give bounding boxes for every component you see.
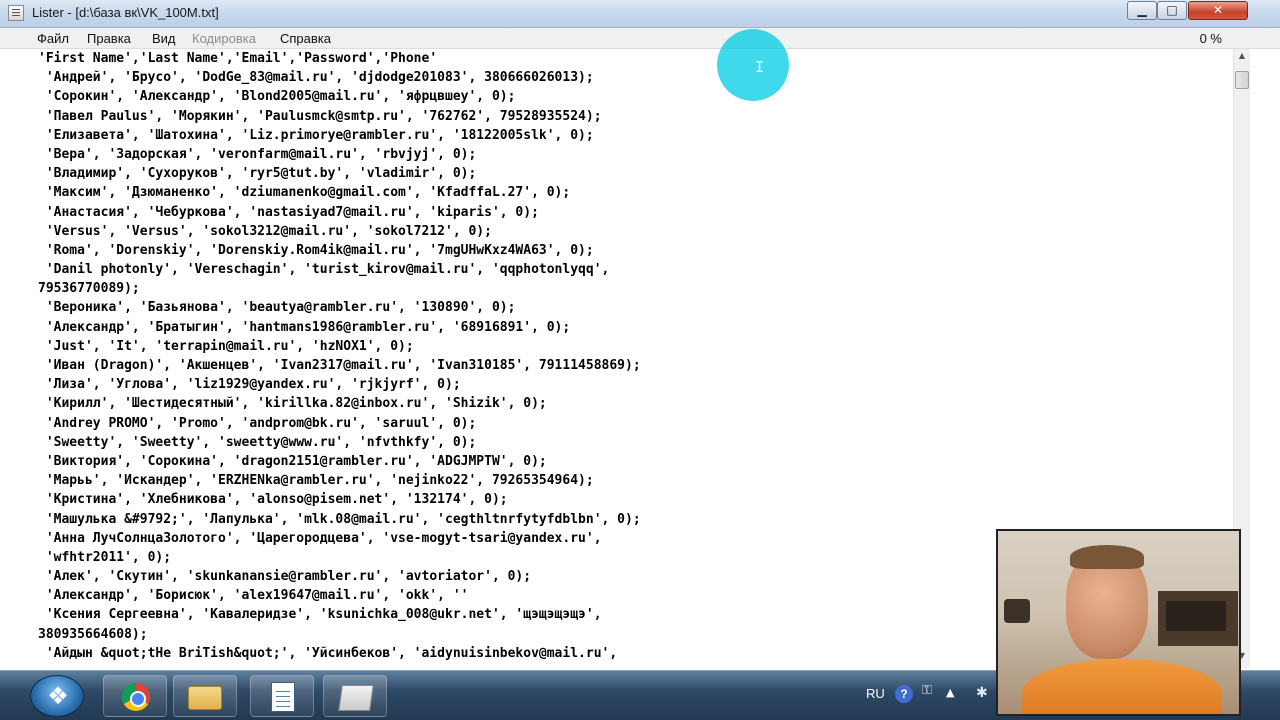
text-line: 'Алек', 'Скутин', 'skunkanansie@rambler.…: [38, 569, 532, 585]
menu-file[interactable]: Файл: [37, 31, 69, 46]
notepad-icon: [271, 682, 295, 712]
text-line: 'Just', 'It', 'terrapin@mail.ru', 'hzNOX…: [38, 338, 414, 354]
webcam-person-shirt: [1022, 659, 1222, 714]
scroll-up-arrow-icon[interactable]: ▲: [1234, 51, 1250, 67]
text-line: 'Иван (Dragon)', 'Акшенцев', 'Ivan2317@m…: [38, 358, 641, 373]
start-button[interactable]: [30, 675, 85, 717]
text-line: 'Владимир', 'Сухоруков', 'ryr5@tut.by', …: [38, 166, 477, 182]
text-line: 'wfhtr2011', 0);: [38, 549, 172, 565]
title-bar: Lister - [d:\база вк\VK_100M.txt] ▁ □ ✕: [0, 0, 1280, 28]
show-hidden-icons-icon[interactable]: ▲: [946, 686, 954, 699]
text-line: 'Виктория', 'Сорокина', 'dragon2151@ramb…: [38, 453, 547, 469]
webcam-person-hair: [1070, 545, 1144, 569]
taskbar-notepad[interactable]: [250, 675, 314, 717]
text-line: 'Максим', 'Дзюманенко', 'dziumanenko@gma…: [38, 185, 571, 201]
maximize-button[interactable]: □: [1157, 1, 1187, 20]
text-line: 'Павел Paulus', 'Морякин', 'Paulusmck@sm…: [38, 108, 602, 124]
taskbar-chrome[interactable]: [103, 675, 167, 717]
text-line: 'Андрей', 'Брусо', 'DodGe_83@mail.ru', '…: [38, 70, 594, 86]
close-button[interactable]: ✕: [1188, 1, 1248, 20]
language-indicator[interactable]: RU: [866, 686, 885, 701]
text-line: 'Versus', 'Versus', 'sokol3212@mail.ru',…: [38, 223, 492, 239]
menu-encoding[interactable]: Кодировка: [192, 31, 256, 46]
text-line: 'Марьь', 'Искандер', 'ERZHENka@rambler.r…: [38, 473, 594, 489]
text-cursor-icon: I: [755, 58, 765, 76]
text-line: 'Лиза', 'Углова', 'liz1929@yandex.ru', '…: [38, 377, 461, 393]
menu-help[interactable]: Справка: [280, 31, 331, 46]
keyboard-icon[interactable]: ⚿: [922, 683, 932, 698]
webcam-object: [1004, 599, 1030, 623]
chrome-icon: [122, 683, 150, 711]
text-line: 'Danil photonly', 'Vereschagin', 'turist…: [38, 262, 610, 278]
menu-edit[interactable]: Правка: [87, 31, 131, 46]
text-line: 'Анастасия', 'Чебуркова', 'nastasiyad7@m…: [38, 204, 539, 220]
webcam-overlay: [996, 529, 1241, 716]
text-line: 'Анна ЛучСолнцаЗолотого', 'Царегородцева…: [38, 530, 602, 546]
menu-view[interactable]: Вид: [152, 31, 176, 46]
menu-bar: Файл Правка Вид Кодировка Справка 0 %: [0, 28, 1280, 49]
text-line: 'Кирилл', 'Шестидесятный', 'kirillka.82@…: [38, 396, 547, 412]
text-line: 'Ксения Сергеевна', 'Кавалеридзе', 'ksun…: [38, 607, 602, 623]
scroll-thumb[interactable]: [1235, 71, 1249, 89]
text-line: 'Сорокин', 'Александр', 'Blond2005@mail.…: [38, 89, 516, 105]
text-line: 79536770089);: [38, 281, 140, 297]
text-line: 'Елизавета', 'Шатохина', 'Liz.primorye@r…: [38, 127, 594, 143]
lister-icon: [338, 685, 374, 711]
scroll-percent: 0 %: [1199, 31, 1222, 46]
minimize-button[interactable]: ▁: [1127, 1, 1157, 20]
text-line: 'Кристина', 'Хлебникова', 'alonso@pisem.…: [38, 492, 508, 508]
taskbar-explorer[interactable]: [173, 675, 237, 717]
text-line: 380935664608);: [38, 626, 148, 642]
taskbar-lister[interactable]: [323, 675, 387, 717]
text-line: 'Roma', 'Dorenskiy', 'Dorenskiy.Rom4ik@m…: [38, 242, 594, 258]
text-line: 'Andrey PROMO', 'Promo', 'andprom@bk.ru'…: [38, 415, 477, 431]
mouse-cursor-highlight: [717, 29, 789, 101]
text-line: 'Александр', 'Братыгин', 'hantmans1986@r…: [38, 319, 571, 335]
text-line: 'Вероника', 'Базьянова', 'beautya@ramble…: [38, 300, 516, 316]
text-line: 'Александр', 'Борисюк', 'alex19647@mail.…: [38, 588, 469, 604]
text-line: 'First Name','Last Name','Email','Passwo…: [38, 51, 438, 66]
text-line: 'Вера', 'Задорская', 'veronfarm@mail.ru'…: [38, 146, 477, 162]
text-line: 'Айдын &quot;tHe BriTish&quot;', 'Уйсинб…: [38, 645, 618, 661]
window-title: Lister - [d:\база вк\VK_100M.txt]: [32, 5, 219, 20]
text-content: 'First Name','Last Name','Email','Passwo…: [38, 51, 641, 665]
help-icon[interactable]: ?: [895, 685, 913, 703]
lister-app-icon: [8, 5, 24, 21]
text-line: 'Машулька &#9792;', 'Лапулька', 'mlk.08@…: [38, 511, 641, 527]
webcam-shelf: [1158, 591, 1238, 646]
text-line: 'Sweetty', 'Sweetty', 'sweetty@www.ru', …: [38, 434, 477, 450]
bluetooth-icon[interactable]: ✱: [976, 685, 988, 701]
folder-icon: [188, 686, 222, 710]
